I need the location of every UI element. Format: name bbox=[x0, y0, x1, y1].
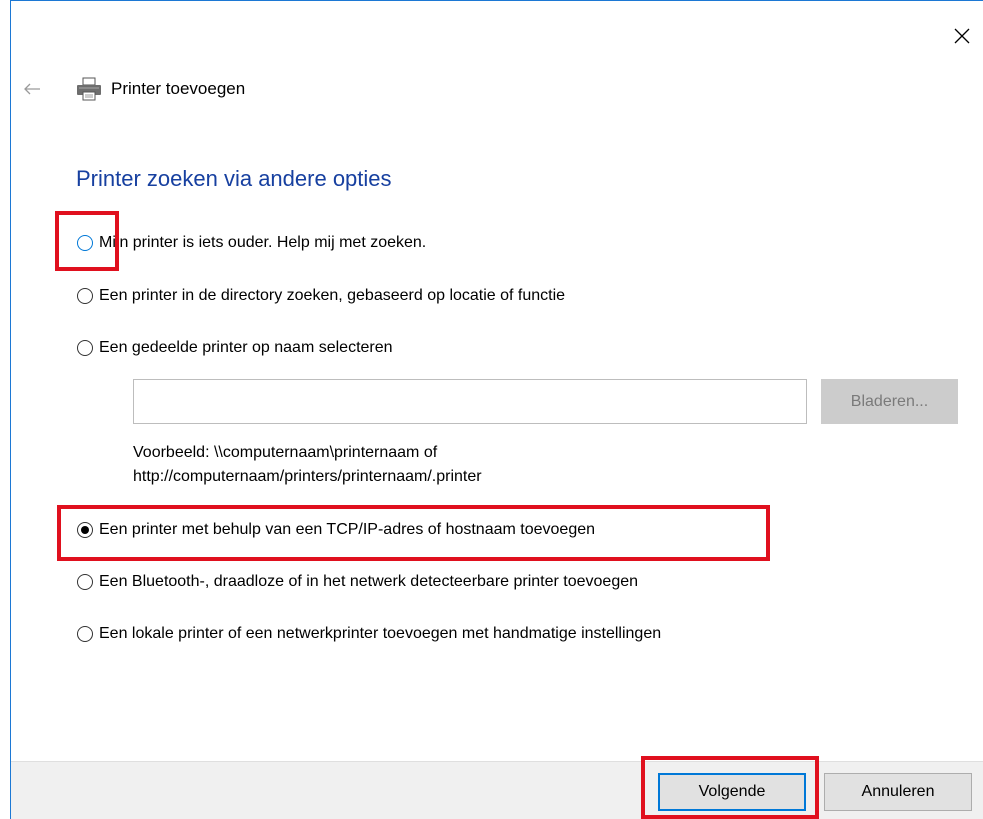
window-left-border bbox=[10, 0, 11, 819]
option-bluetooth-wireless[interactable]: Een Bluetooth-, draadloze of in het netw… bbox=[77, 573, 638, 591]
option-label: Mijn printer is iets ouder. Help mij met… bbox=[99, 234, 427, 251]
radio-older-printer[interactable] bbox=[77, 235, 93, 251]
window-top-border bbox=[10, 0, 983, 1]
page-heading: Printer zoeken via andere opties bbox=[76, 166, 392, 191]
close-button[interactable] bbox=[944, 18, 980, 54]
radio-tcpip[interactable] bbox=[77, 522, 93, 538]
radio-shared-printer[interactable] bbox=[77, 340, 93, 356]
cancel-button[interactable]: Annuleren bbox=[824, 773, 972, 811]
option-label: Een Bluetooth-, draadloze of in het netw… bbox=[99, 573, 639, 590]
back-arrow-icon bbox=[24, 83, 40, 95]
option-label: Een gedeelde printer op naam selecteren bbox=[99, 339, 393, 356]
option-label: Een printer met behulp van een TCP/IP-ad… bbox=[99, 521, 596, 538]
radio-directory-search[interactable] bbox=[77, 288, 93, 304]
option-older-printer[interactable]: Mijn printer is iets ouder. Help mij met… bbox=[77, 234, 426, 252]
next-button[interactable]: Volgende bbox=[658, 773, 806, 811]
option-label: Een printer in de directory zoeken, geba… bbox=[99, 287, 566, 304]
example-line-1: Voorbeeld: \\computernaam\printernaam of bbox=[133, 444, 438, 461]
shared-printer-name-input[interactable] bbox=[133, 379, 807, 424]
option-tcpip[interactable]: Een printer met behulp van een TCP/IP-ad… bbox=[77, 521, 595, 539]
option-local-manual[interactable]: Een lokale printer of een netwerkprinter… bbox=[77, 625, 661, 643]
close-icon bbox=[954, 28, 970, 44]
example-text: Voorbeeld: \\computernaam\printernaam of… bbox=[133, 441, 482, 489]
browse-button[interactable]: Bladeren... bbox=[821, 379, 958, 424]
printer-icon bbox=[77, 77, 101, 101]
radio-bluetooth-wireless[interactable] bbox=[77, 574, 93, 590]
radio-local-manual[interactable] bbox=[77, 626, 93, 642]
option-shared-printer[interactable]: Een gedeelde printer op naam selecteren bbox=[77, 339, 393, 357]
back-button[interactable] bbox=[20, 78, 44, 100]
option-directory-search[interactable]: Een printer in de directory zoeken, geba… bbox=[77, 287, 565, 305]
example-line-2: http://computernaam/printers/printernaam… bbox=[133, 468, 482, 485]
radio-selected-dot bbox=[81, 526, 89, 534]
window-title: Printer toevoegen bbox=[111, 79, 246, 98]
option-label: Een lokale printer of een netwerkprinter… bbox=[99, 625, 662, 642]
